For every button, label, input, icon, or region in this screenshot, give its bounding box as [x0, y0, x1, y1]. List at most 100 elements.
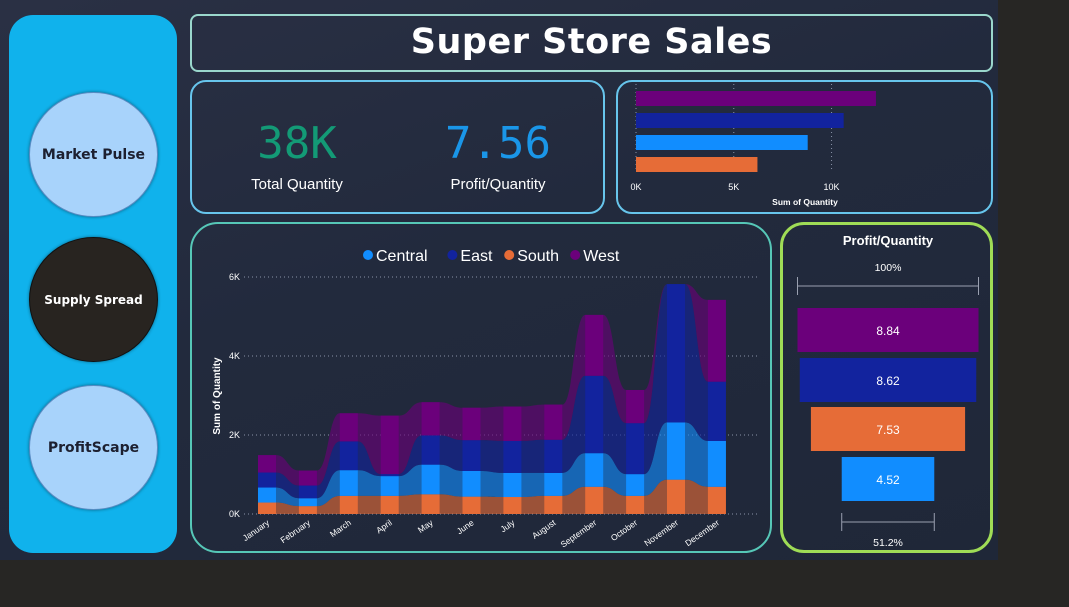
funnel-top-percent: 100%	[875, 262, 902, 274]
area-chart-y-axis-title: Sum of Quantity	[212, 357, 223, 435]
profit-per-quantity-value: 7.56	[445, 118, 551, 169]
bar-chart-tick-label: 5K	[728, 182, 739, 192]
legend-swatch-south	[504, 250, 515, 260]
stacked-bar-west	[380, 415, 399, 475]
stacked-bar-south	[667, 479, 685, 514]
stacked-bar-east	[585, 375, 604, 454]
stacked-bar-south	[503, 497, 522, 514]
funnel-value-label-west: 8.84	[876, 324, 900, 338]
stacked-bar-central	[626, 474, 645, 496]
monthly-area-chart: Central East South West 0K 2K 4K 6K Sum of Quant…	[212, 248, 757, 549]
funnel-bottom-percent: 51.2%	[873, 537, 903, 549]
stacked-bar-central	[298, 498, 317, 507]
stacked-bar-central	[503, 472, 522, 498]
stacked-bar-east	[626, 423, 645, 475]
stacked-bar-east	[339, 441, 358, 471]
profit-funnel-chart: Profit/Quantity 100% 8.84 8.62 7.53 4.52 51.2%	[797, 233, 979, 549]
monthly-area-chart-panel: Central East South West 0K 2K 4K 6K Sum of Quant…	[190, 222, 772, 553]
region-bar-chart: 0K 5K 10K Sum of Quantity	[630, 84, 876, 207]
area-chart-x-tick-label: June	[455, 517, 476, 536]
stacked-bar-central	[585, 453, 604, 487]
stacked-bar-south	[544, 495, 563, 514]
stacked-bar-south	[380, 495, 399, 514]
stacked-bar-south	[585, 486, 604, 514]
funnel-title: Profit/Quantity	[843, 233, 934, 248]
stacked-bar-east	[667, 284, 685, 423]
legend-label-west: West	[583, 248, 620, 265]
bar-chart-x-axis-title: Sum of Quantity	[772, 197, 838, 207]
stacked-bar-west	[298, 470, 317, 486]
legend-swatch-west	[570, 250, 581, 260]
stacked-bar-east	[380, 474, 399, 477]
page-title: Super Store Sales	[410, 22, 773, 62]
stacked-bar-central	[667, 422, 685, 480]
stacked-bar-west	[258, 455, 276, 473]
stacked-bar-south	[462, 496, 481, 514]
dashboard-canvas: Market Pulse Supply Spread ProfitScape S…	[0, 0, 998, 560]
stacked-bar-east	[544, 439, 563, 473]
stacked-bar-west	[339, 413, 358, 442]
legend-label-east: East	[460, 248, 493, 265]
legend-label-central: Central	[376, 248, 428, 265]
area-chart-y-tick-label: 2K	[229, 430, 240, 440]
region-bar-central	[636, 135, 808, 150]
area-chart-x-tick-label: August	[530, 517, 558, 541]
stacked-bar-south	[707, 486, 726, 514]
stacked-bar-west	[503, 406, 522, 441]
stacked-bar-south	[298, 506, 317, 514]
legend-swatch-central	[363, 250, 373, 260]
kpi-card-panel: 38K Total Quantity 7.56 Profit/Quantity	[190, 80, 605, 214]
stacked-bar-south	[626, 495, 645, 514]
stacked-bar-west	[707, 299, 726, 382]
stacked-bar-central	[258, 487, 276, 503]
region-bar-west	[636, 91, 876, 106]
stacked-bar-west	[462, 407, 481, 441]
area-chart-x-tick-label: April	[374, 517, 394, 535]
profit-funnel-panel: Profit/Quantity 100% 8.84 8.62 7.53 4.52 51.2%	[780, 222, 993, 553]
stacked-bar-south	[258, 502, 276, 514]
stacked-bar-central	[544, 472, 563, 496]
navigation-sidebar: Market Pulse Supply Spread ProfitScape	[9, 15, 177, 553]
region-bar-chart-panel: 0K 5K 10K Sum of Quantity	[616, 80, 993, 214]
supply-spread-label: Supply Spread	[44, 292, 143, 307]
area-chart-x-tick-label: October	[609, 517, 640, 543]
stacked-bar-central	[421, 464, 440, 495]
bar-chart-tick-label: 10K	[824, 182, 840, 192]
total-quantity-label: Total Quantity	[251, 176, 343, 193]
supply-spread-button[interactable]: Supply Spread	[29, 237, 158, 362]
profitscape-label: ProfitScape	[47, 439, 140, 456]
area-chart-x-tick-label: December	[683, 517, 721, 548]
stacked-bar-west	[626, 389, 645, 424]
area-chart-x-tick-label: July	[498, 517, 517, 534]
stacked-bar-west	[544, 404, 563, 440]
profit-per-quantity-label: Profit/Quantity	[450, 176, 546, 193]
area-chart-x-tick-label: March	[328, 517, 353, 539]
market-pulse-label: Market Pulse	[41, 146, 146, 163]
stacked-bar-south	[421, 494, 440, 514]
market-pulse-button[interactable]: Market Pulse	[29, 92, 158, 217]
area-chart-x-tick-label: November	[642, 517, 680, 548]
stacked-bar-central	[707, 440, 726, 487]
region-bar-south	[636, 157, 758, 172]
title-panel: Super Store Sales	[190, 14, 993, 72]
profitscape-button[interactable]: ProfitScape	[29, 385, 158, 510]
stacked-bar-central	[380, 476, 399, 496]
funnel-value-label-east: 8.62	[876, 374, 900, 388]
area-chart-y-tick-label: 4K	[229, 351, 240, 361]
area-chart-x-tick-label: May	[416, 517, 436, 535]
funnel-value-label-south: 7.53	[876, 423, 900, 437]
area-chart-y-tick-label: 0K	[229, 509, 240, 519]
legend-label-south: South	[517, 248, 559, 265]
legend-swatch-east	[447, 250, 458, 260]
stacked-bar-central	[339, 470, 358, 496]
region-bar-east	[636, 113, 844, 128]
total-quantity-value: 38K	[257, 118, 337, 169]
area-chart-y-tick-label: 6K	[229, 272, 240, 282]
stacked-bar-east	[707, 381, 726, 441]
stacked-bar-west	[421, 402, 440, 436]
stacked-bar-west	[585, 314, 604, 376]
area-chart-x-tick-label: February	[278, 517, 312, 545]
bar-chart-tick-label: 0K	[630, 182, 641, 192]
stacked-bar-east	[421, 435, 440, 465]
funnel-value-label-central: 4.52	[876, 473, 900, 487]
